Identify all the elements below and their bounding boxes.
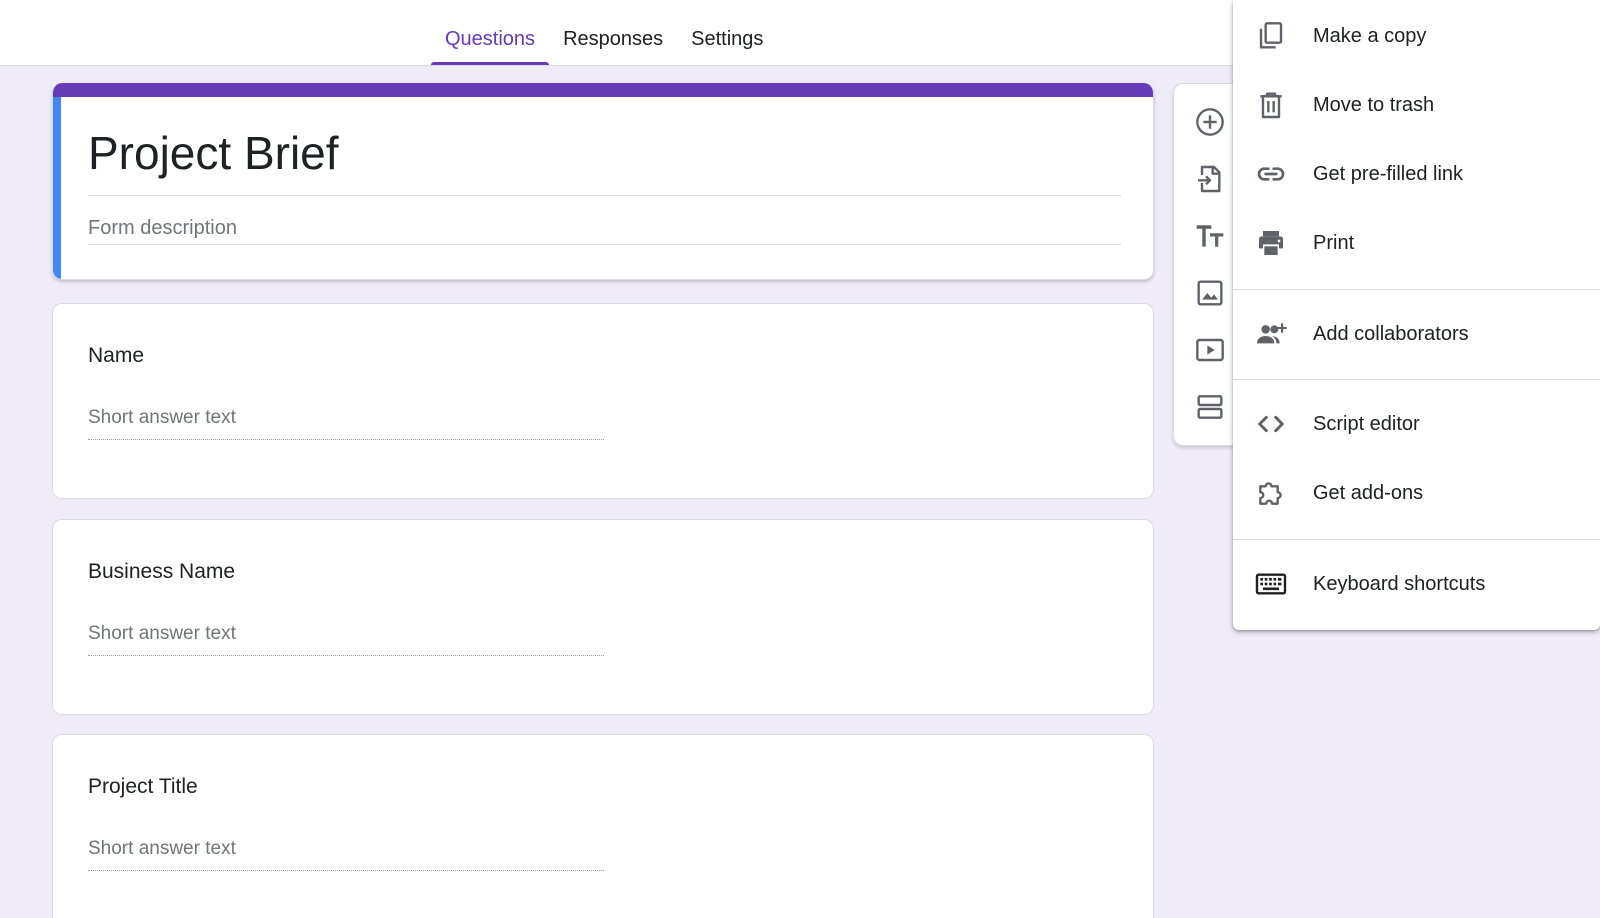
- question-title: Project Title: [88, 775, 198, 798]
- menu-item-make-a-copy[interactable]: Make a copy: [1233, 7, 1600, 65]
- short-answer-underline: [88, 439, 604, 440]
- short-answer-underline: [88, 870, 604, 871]
- question-card[interactable]: Name Short answer text: [52, 303, 1154, 499]
- forms-editor: Questions Responses Settings Project Bri…: [0, 0, 1600, 918]
- section-icon: [1197, 395, 1223, 419]
- title-card-color-stripe: [53, 83, 1153, 97]
- form-description-input[interactable]: Form description: [88, 217, 237, 240]
- import-file-icon: [1198, 165, 1221, 193]
- tab-settings[interactable]: Settings: [677, 0, 777, 66]
- description-underline: [88, 244, 1121, 245]
- menu-item-get-pre-filled-link[interactable]: Get pre-filled link: [1233, 145, 1600, 203]
- menu-divider: [1233, 289, 1600, 290]
- tab-responses[interactable]: Responses: [549, 0, 677, 66]
- title-underline: [88, 195, 1121, 196]
- short-answer-placeholder: Short answer text: [88, 407, 236, 428]
- puzzle-icon: [1255, 477, 1287, 509]
- short-answer-placeholder: Short answer text: [88, 623, 236, 644]
- menu-item-label: Get pre-filled link: [1313, 163, 1464, 185]
- code-icon: [1255, 408, 1287, 440]
- short-answer-underline: [88, 655, 604, 656]
- add-section-button[interactable]: [1191, 388, 1229, 426]
- menu-item-label: Print: [1313, 232, 1355, 254]
- import-questions-button[interactable]: [1191, 160, 1229, 198]
- menu-item-label: Make a copy: [1313, 25, 1427, 47]
- short-answer-placeholder: Short answer text: [88, 838, 236, 859]
- menu-item-move-to-trash[interactable]: Move to trash: [1233, 76, 1600, 134]
- menu-item-get-add-ons[interactable]: Get add-ons: [1233, 464, 1600, 522]
- more-options-menu: Make a copy Move to trash Get pre-filled…: [1233, 0, 1600, 630]
- menu-item-label: Script editor: [1313, 413, 1420, 435]
- menu-item-label: Add collaborators: [1313, 323, 1469, 345]
- question-card[interactable]: Business Name Short answer text: [52, 519, 1154, 715]
- question-title: Business Name: [88, 560, 236, 583]
- question-card[interactable]: Project Title Short answer text: [52, 734, 1154, 918]
- menu-divider: [1233, 539, 1600, 540]
- title-text-icon: [1196, 225, 1224, 247]
- tab-questions[interactable]: Questions: [431, 0, 550, 66]
- form-title-card[interactable]: Project Brief Form description: [52, 83, 1154, 280]
- menu-item-label: Get add-ons: [1313, 482, 1424, 504]
- keyboard-icon: [1255, 568, 1287, 600]
- tab-list: Questions Responses Settings: [431, 0, 777, 66]
- menu-item-label: Keyboard shortcuts: [1313, 573, 1486, 595]
- video-icon: [1196, 338, 1224, 362]
- menu-divider: [1233, 379, 1600, 380]
- menu-item-add-collaborators[interactable]: Add collaborators: [1233, 305, 1600, 363]
- print-icon: [1255, 227, 1287, 259]
- menu-item-print[interactable]: Print: [1233, 214, 1600, 272]
- image-icon: [1197, 280, 1223, 306]
- form-title[interactable]: Project Brief: [88, 127, 1121, 179]
- add-title-description-button[interactable]: [1191, 217, 1229, 255]
- add-people-icon: [1255, 318, 1287, 350]
- selected-card-indicator: [53, 97, 61, 279]
- menu-item-keyboard-shortcuts[interactable]: Keyboard shortcuts: [1233, 555, 1600, 613]
- add-circle-icon: [1196, 108, 1224, 136]
- copy-icon: [1255, 20, 1287, 52]
- add-question-button[interactable]: [1191, 103, 1229, 141]
- add-video-button[interactable]: [1191, 331, 1229, 369]
- question-title: Name: [88, 344, 145, 367]
- link-icon: [1255, 158, 1287, 190]
- menu-item-label: Move to trash: [1313, 94, 1435, 116]
- add-image-button[interactable]: [1191, 274, 1229, 312]
- trash-icon: [1255, 89, 1287, 121]
- menu-item-script-editor[interactable]: Script editor: [1233, 395, 1600, 453]
